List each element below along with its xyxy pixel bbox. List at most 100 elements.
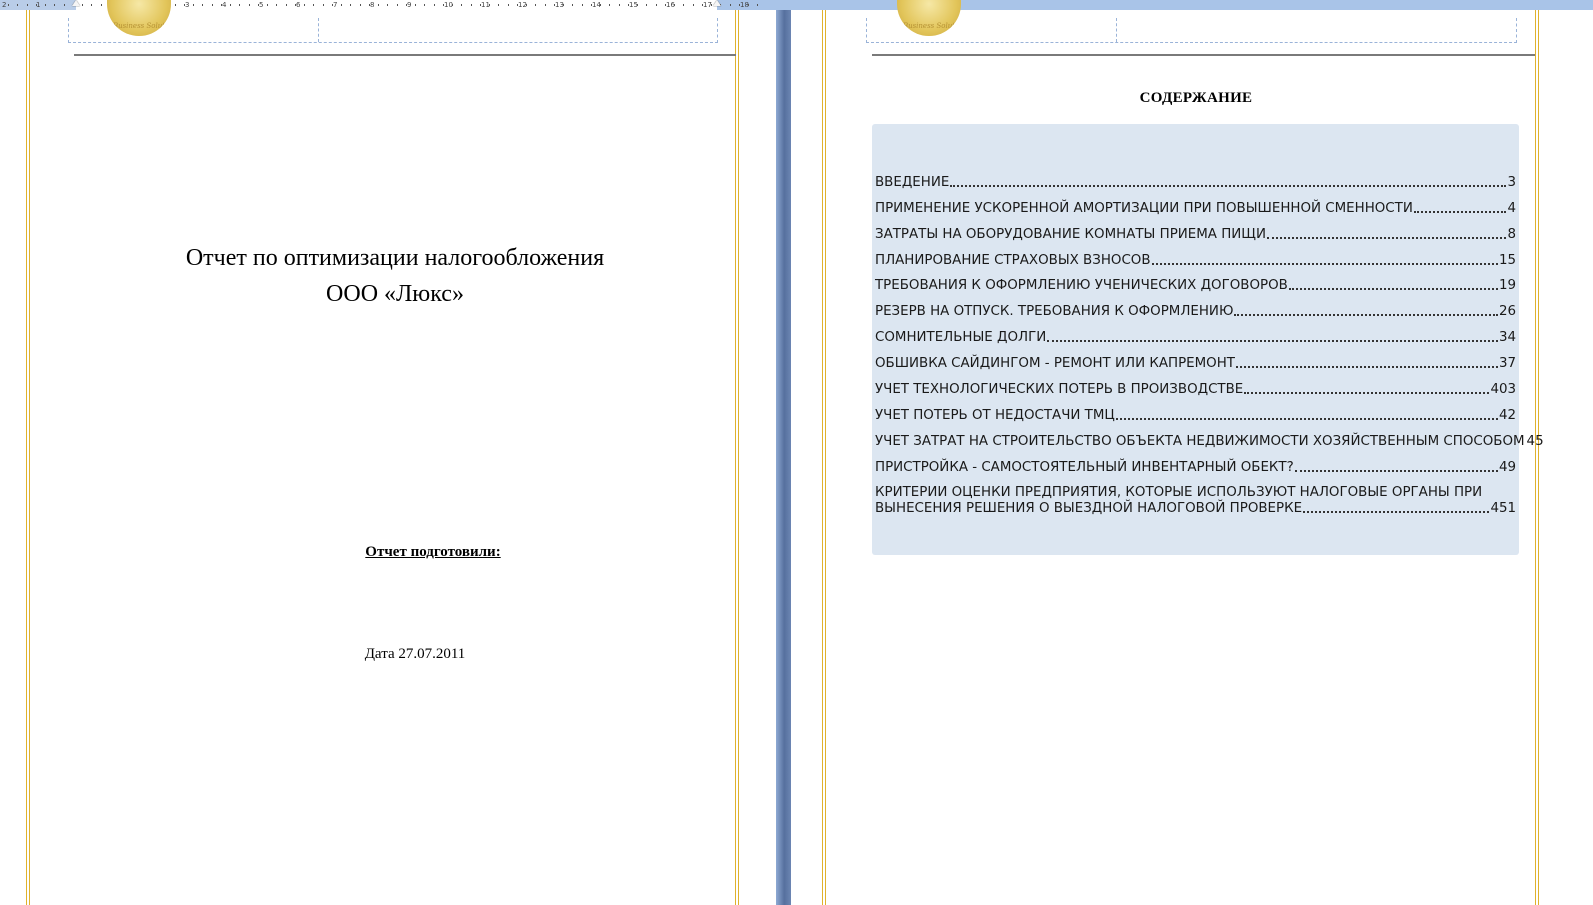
toc-entry-title: СОМНИТЕЛЬНЫЕ ДОЛГИ xyxy=(875,330,1047,346)
ruler-tick xyxy=(609,4,610,6)
toc-entry[interactable]: УЧЕТ ТЕХНОЛОГИЧЕСКИХ ПОТЕРЬ В ПРОИЗВОДСТ… xyxy=(875,372,1516,398)
document-title: Отчет по оптимизации налогообложения ООО… xyxy=(130,240,660,312)
right-indent-marker[interactable] xyxy=(713,0,721,6)
toc-leader-dots xyxy=(1266,236,1507,239)
company-seal-logo: Business Solut xyxy=(897,0,961,36)
toc-entry-title: ТРЕБОВАНИЯ К ОФОРМЛЕНИЮ УЧЕНИЧЕСКИХ ДОГО… xyxy=(875,278,1288,294)
ruler-tick xyxy=(369,4,370,6)
ruler-tick xyxy=(313,4,314,6)
toc-entry[interactable]: УЧЕТ ЗАТРАТ НА СТРОИТЕЛЬСТВО ОБЪЕКТА НЕД… xyxy=(875,424,1544,450)
ruler-tick xyxy=(424,4,425,6)
ruler-tick xyxy=(730,4,731,6)
toc-entry[interactable]: ОБШИВКА САЙДИНГОМ - РЕМОНТ ИЛИ КАПРЕМОНТ… xyxy=(875,346,1516,372)
toc-entry-line-2: ВЫНЕСЕНИЯ РЕШЕНИЯ О ВЫЕЗДНОЙ НАЛОГОВОЙ П… xyxy=(875,501,1516,517)
ruler-tick xyxy=(221,4,222,6)
toc-entry[interactable]: УЧЕТ ПОТЕРЬ ОТ НЕДОСТАЧИ ТМЦ 42 xyxy=(875,398,1516,424)
ruler-number: 7 xyxy=(333,1,338,9)
toc-entry-page: 403 xyxy=(1490,382,1516,398)
page-border-right xyxy=(1535,10,1539,905)
ruler-tick xyxy=(582,4,583,6)
ruler-tick xyxy=(184,4,185,6)
ruler-tick xyxy=(517,4,518,6)
table-of-contents[interactable]: ВВЕДЕНИЕ 3 ПРИМЕНЕНИЕ УСКОРЕННОЙ АМОРТИЗАЦ… xyxy=(872,124,1544,555)
ruler-tick xyxy=(711,4,712,6)
toc-leader-dots xyxy=(1288,288,1498,291)
ruler-tick xyxy=(332,4,333,6)
ruler-tick xyxy=(489,4,490,6)
ruler-number: 4 xyxy=(222,1,227,9)
ruler-tick xyxy=(498,4,499,6)
toc-entry-page: 15 xyxy=(1498,252,1516,268)
toc-entry[interactable]: ПРИМЕНЕНИЕ УСКОРЕННОЙ АМОРТИЗАЦИИ ПРИ ПО… xyxy=(875,191,1516,217)
toc-entry[interactable]: ВВЕДЕНИЕ 3 xyxy=(875,165,1516,191)
toc-entry-title: ПРИМЕНЕНИЕ УСКОРЕННОЙ АМОРТИЗАЦИИ ПРИ ПО… xyxy=(875,200,1413,216)
ruler-tick xyxy=(508,4,509,6)
toc-entry-title: ЗАТРАТЫ НА ОБОРУДОВАНИЕ КОМНАТЫ ПРИЕМА П… xyxy=(875,226,1266,242)
ruler-tick xyxy=(45,4,46,6)
header-area[interactable]: Business Solut xyxy=(866,0,1517,43)
left-indent-marker[interactable] xyxy=(72,0,80,6)
toc-entry[interactable]: ПРИСТРОЙКА - САМОСТОЯТЕЛЬНЫЙ ИНВЕНТАРНЫЙ… xyxy=(875,450,1516,476)
page-border-right xyxy=(735,10,739,905)
toc-entry-page: 26 xyxy=(1498,304,1516,320)
ruler-tick xyxy=(17,4,18,6)
ruler-tick xyxy=(702,4,703,6)
ruler-tick xyxy=(628,4,629,6)
page-gap xyxy=(776,10,791,905)
ruler-number: 2 xyxy=(2,1,7,9)
toc-entry-title-line-2: ВЫНЕСЕНИЯ РЕШЕНИЯ О ВЫЕЗДНОЙ НАЛОГОВОЙ П… xyxy=(875,500,1303,516)
page-border-left xyxy=(26,10,30,905)
ruler-tick xyxy=(323,4,324,6)
header-rule xyxy=(74,54,736,56)
ruler-tick xyxy=(175,4,176,6)
ruler-tick xyxy=(572,4,573,6)
ruler-tick xyxy=(535,4,536,6)
ruler-tick xyxy=(434,4,435,6)
ruler-tick xyxy=(748,4,749,6)
ruler-number: 5 xyxy=(259,1,264,9)
ruler-tick xyxy=(693,4,694,6)
toc-entry[interactable]: ТРЕБОВАНИЯ К ОФОРМЛЕНИЮ УЧЕНИЧЕСКИХ ДОГО… xyxy=(875,269,1516,295)
header-area[interactable]: Business Solut xyxy=(68,0,718,43)
toc-entry-title: УЧЕТ ЗАТРАТ НА СТРОИТЕЛЬСТВО ОБЪЕКТА НЕД… xyxy=(875,433,1525,449)
ruler-number: 9 xyxy=(407,1,412,9)
ruler-tick xyxy=(461,4,462,6)
ruler-tick xyxy=(304,4,305,6)
toc-entry[interactable]: ПЛАНИРОВАНИЕ СТРАХОВЫХ ВЗНОСОВ 15 xyxy=(875,243,1516,269)
report-date: Дата 27.07.2011 xyxy=(364,646,466,662)
ruler-tick xyxy=(656,4,657,6)
ruler-tick xyxy=(239,4,240,6)
toc-entry-page: 19 xyxy=(1498,278,1516,294)
toc-entry[interactable]: ЗАТРАТЫ НА ОБОРУДОВАНИЕ КОМНАТЫ ПРИЕМА П… xyxy=(875,217,1516,243)
ruler-tick xyxy=(276,4,277,6)
ruler-tick xyxy=(267,4,268,6)
ruler-tick xyxy=(600,4,601,6)
toc-entry[interactable]: КРИТЕРИИ ОЦЕНКИ ПРЕДПРИЯТИЯ, КОТОРЫЕ ИСП… xyxy=(875,476,1516,517)
ruler-tick xyxy=(443,4,444,6)
toc-entry-page: 37 xyxy=(1498,356,1516,372)
toc-entry-page: 42 xyxy=(1498,407,1516,423)
toc-heading: СОДЕРЖАНИЕ xyxy=(1139,90,1253,106)
toc-entry-page: 49 xyxy=(1498,459,1516,475)
ruler-tick xyxy=(54,4,55,6)
ruler-tick xyxy=(249,4,250,6)
horizontal-ruler[interactable]: 21123456789101112131415161718 xyxy=(0,0,1593,10)
toc-leader-dots xyxy=(1303,510,1490,513)
title-line-1: Отчет по оптимизации налогообложения xyxy=(185,245,605,271)
ruler-tick xyxy=(64,4,65,6)
toc-entry[interactable]: СОМНИТЕЛЬНЫЕ ДОЛГИ 34 xyxy=(875,320,1516,346)
ruler-tick xyxy=(757,4,758,6)
company-seal-logo: Business Solut xyxy=(107,0,171,36)
ruler-tick xyxy=(350,4,351,6)
ruler-tick xyxy=(674,4,675,6)
ruler-tick xyxy=(452,4,453,6)
ruler-number: 8 xyxy=(370,1,375,9)
page-contents[interactable]: Business Solut СОДЕРЖАНИЕ ВВЕДЕНИЕ 3 ПРИМЕ… xyxy=(791,0,1593,905)
prepared-by-label: Отчет подготовили: xyxy=(365,544,501,560)
toc-entry[interactable]: РЕЗЕРВ НА ОТПУСК. ТРЕБОВАНИЯ К ОФОРМЛЕНИ… xyxy=(875,294,1516,320)
seal-text: Business Solut xyxy=(902,22,956,30)
ruler-number: 6 xyxy=(296,1,301,9)
toc-leader-dots xyxy=(1235,366,1498,369)
ruler-tick xyxy=(619,4,620,6)
page-cover[interactable]: Business Solut Отчет по оптимизации нало… xyxy=(0,0,776,905)
